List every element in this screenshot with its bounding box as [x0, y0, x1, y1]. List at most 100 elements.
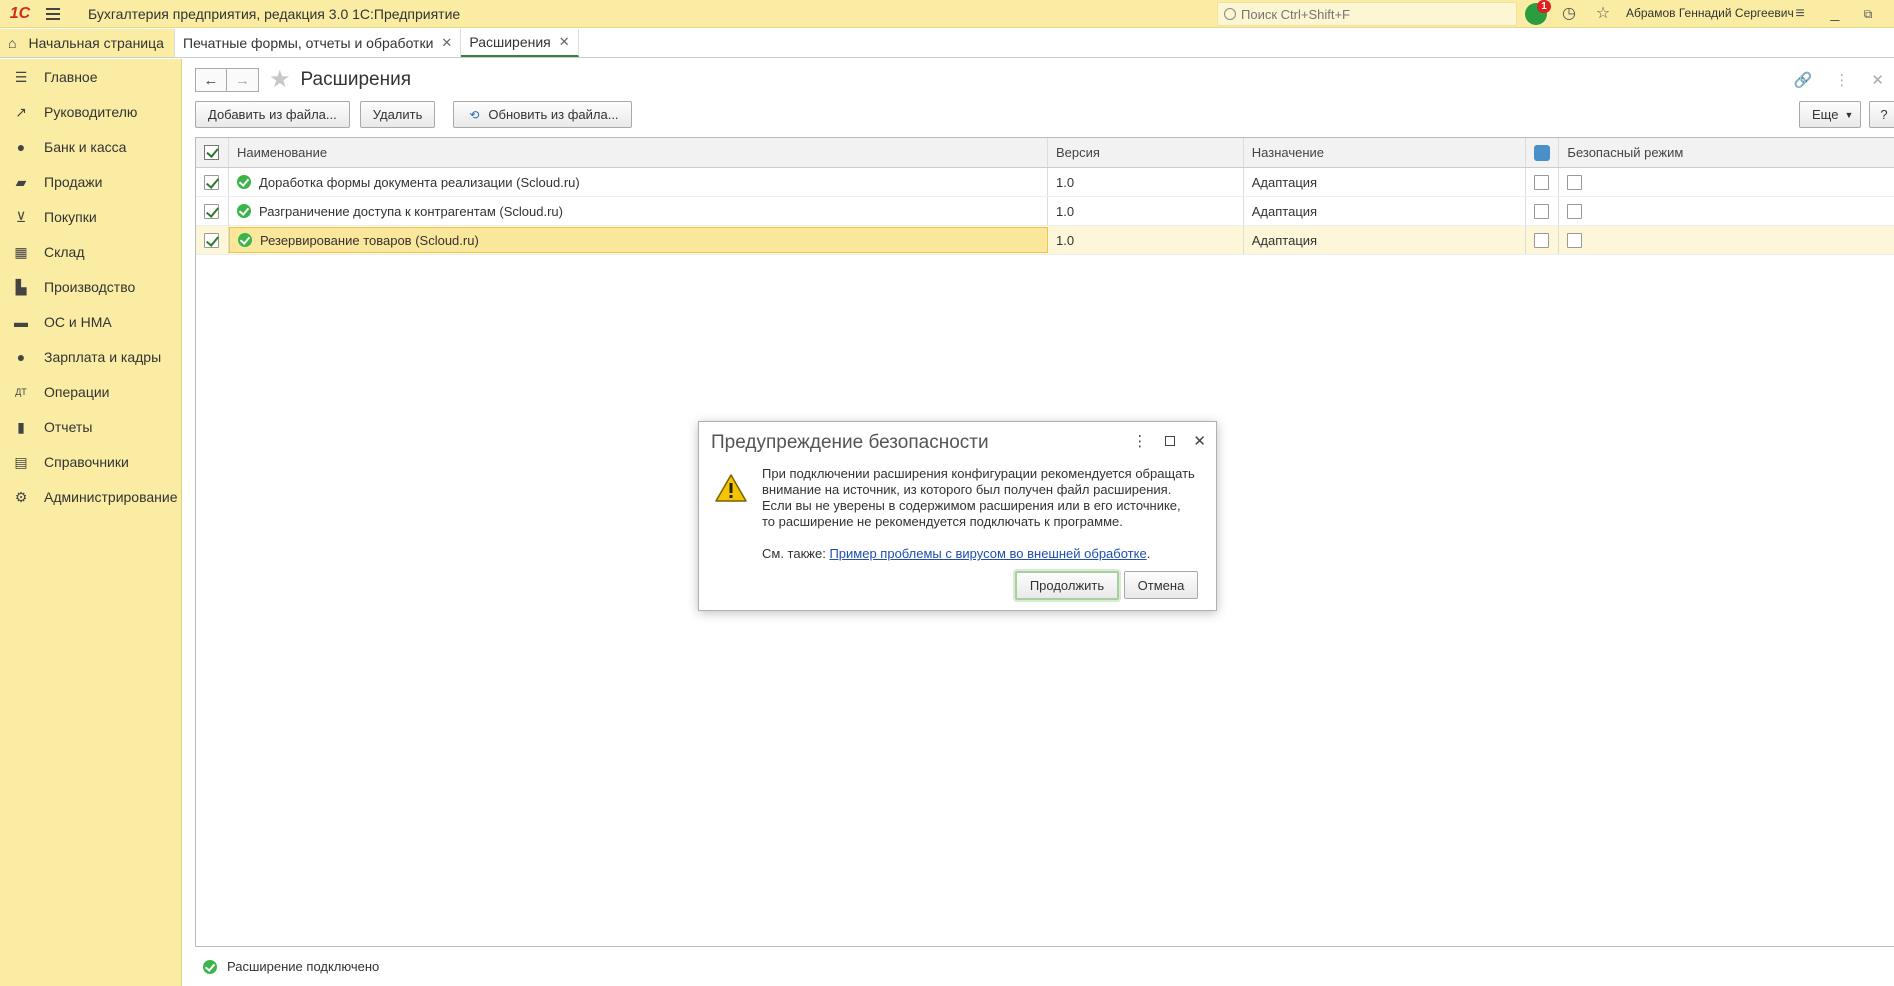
sidebar-item-label: Главное — [44, 68, 98, 85]
dialog-title: Предупреждение безопасности — [711, 432, 989, 453]
security-warning-dialog: Предупреждение безопасности ⋮ ✕ При подк… — [698, 421, 1217, 611]
sidebar: ☰ Главное ↗ Руководителю ● Банк и касса ▰ Пр… — [0, 59, 182, 986]
tab-print-forms[interactable]: Печатные формы, отчеты и обработки ✕ — [175, 29, 462, 57]
close-icon[interactable]: ✕ — [1193, 432, 1206, 450]
sync-checkbox[interactable] — [1534, 174, 1550, 190]
home-icon: ⌂ — [8, 35, 17, 51]
favorite-star-icon[interactable]: ★ — [269, 68, 291, 92]
book-icon: ▤ — [14, 453, 28, 470]
main-menu-icon[interactable] — [40, 0, 66, 28]
favorites-icon[interactable]: ☆ — [1593, 4, 1613, 24]
sidebar-item-label: Продажи — [44, 173, 103, 190]
gear-icon: ⚙ — [14, 488, 28, 505]
maximize-icon[interactable] — [1165, 436, 1176, 446]
link-icon[interactable]: 🔗 — [1794, 71, 1813, 89]
sync-icon — [1534, 144, 1551, 161]
more-vertical-icon[interactable]: ⋮ — [1132, 432, 1147, 450]
active-checkbox[interactable] — [204, 174, 219, 190]
more-button[interactable]: Еще ▼ — [1799, 101, 1861, 128]
app-logo: 1С — [9, 4, 31, 22]
arrow-left-icon: ← — [203, 71, 219, 89]
extension-name: Доработка формы документа реализации (Sc… — [258, 174, 580, 190]
sidebar-item-catalogs[interactable]: ▤ Справочники — [0, 444, 181, 479]
sync-checkbox[interactable] — [1534, 232, 1550, 248]
header-active-checkbox[interactable] — [196, 138, 229, 167]
more-vertical-icon[interactable]: ⋮ — [1834, 71, 1849, 89]
header-version[interactable]: Версия — [1048, 138, 1244, 167]
tab-label: Печатные формы, отчеты и обработки — [183, 35, 434, 51]
header-safe-mode[interactable]: Безопасный режим — [1559, 138, 1894, 167]
settings-menu-icon[interactable]: ≡ — [1790, 4, 1810, 24]
see-also: См. также: Пример проблемы с вирусом во … — [762, 546, 1151, 561]
tab-label: Расширения — [469, 34, 551, 50]
header-name[interactable]: Наименование — [229, 138, 1048, 167]
forward-button[interactable]: → — [227, 68, 259, 92]
close-icon[interactable]: ✕ — [441, 35, 452, 51]
update-from-file-button[interactable]: ⟲ Обновить из файла... — [453, 101, 632, 128]
table-row[interactable]: Разграничение доступа к контрагентам (Sc… — [196, 197, 1894, 226]
sidebar-item-reports[interactable]: ▮ Отчеты — [0, 409, 181, 444]
sidebar-item-assets[interactable]: ▬ ОС и НМА — [0, 304, 181, 339]
sidebar-item-warehouse[interactable]: ▦ Склад — [0, 234, 181, 269]
search-box[interactable] — [1217, 2, 1517, 26]
app-title: Бухгалтерия предприятия, редакция 3.0 1С… — [88, 5, 461, 22]
sidebar-item-label: Производство — [44, 278, 136, 295]
sidebar-item-label: Руководителю — [44, 103, 138, 120]
toolbar: Добавить из файла... Удалить ⟲ Обновить … — [195, 101, 632, 128]
see-also-link[interactable]: Пример проблемы с вирусом во внешней обр… — [829, 546, 1146, 561]
safe-mode-checkbox[interactable] — [1567, 232, 1583, 248]
sidebar-item-label: Зарплата и кадры — [44, 348, 162, 365]
table-row[interactable]: Доработка формы документа реализации (Sc… — [196, 168, 1894, 197]
see-also-label: См. также: — [762, 546, 826, 561]
cancel-button[interactable]: Отмена — [1124, 571, 1198, 599]
sidebar-item-salary[interactable]: ● Зарплата и кадры — [0, 339, 181, 374]
continue-button[interactable]: Продолжить — [1015, 571, 1119, 600]
close-icon[interactable]: ✕ — [559, 34, 570, 50]
sidebar-item-label: Справочники — [44, 453, 129, 470]
back-button[interactable]: ← — [195, 68, 227, 92]
header-sync-icon-col[interactable] — [1526, 138, 1560, 167]
search-icon — [1224, 8, 1236, 20]
tab-home[interactable]: ⌂ Начальная страница — [0, 29, 175, 57]
active-checkbox[interactable] — [204, 232, 219, 248]
dialog-message-line: внимание на источник, из которого был по… — [762, 482, 1172, 497]
update-label: Обновить из файла... — [488, 107, 619, 122]
sidebar-item-operations[interactable]: ДТ Операции — [0, 374, 181, 409]
sidebar-item-bank[interactable]: ● Банк и касса — [0, 129, 181, 164]
cart-icon: ⊻ — [15, 208, 27, 225]
minimize-icon[interactable]: _ — [1825, 4, 1845, 24]
warning-icon — [715, 474, 747, 502]
nav-row: ← → ★ Расширения — [195, 68, 411, 92]
sidebar-item-main[interactable]: ☰ Главное — [0, 59, 181, 94]
sidebar-item-sales[interactable]: ▰ Продажи — [0, 164, 181, 199]
bag-icon: ▰ — [15, 173, 27, 190]
table-row-selected[interactable]: Резервирование товаров (Scloud.ru) 1.0 А… — [196, 226, 1894, 255]
help-button[interactable]: ? — [1869, 101, 1894, 128]
ok-status-icon — [236, 175, 251, 189]
active-checkbox[interactable] — [204, 203, 219, 219]
restore-icon[interactable]: ⧉ — [1858, 4, 1878, 24]
sidebar-item-admin[interactable]: ⚙ Администрирование — [0, 479, 181, 514]
delete-button[interactable]: Удалить — [359, 101, 436, 128]
extension-name: Разграничение доступа к контрагентам (Sc… — [258, 203, 563, 219]
extension-version: 1.0 — [1048, 226, 1244, 254]
arrow-right-icon: → — [235, 71, 250, 89]
sidebar-item-label: ОС и НМА — [44, 313, 112, 330]
menu-icon: ☰ — [14, 68, 28, 85]
sidebar-item-production[interactable]: ▙ Производство — [0, 269, 181, 304]
sidebar-item-purchases[interactable]: ⊻ Покупки — [0, 199, 181, 234]
header-purpose[interactable]: Назначение — [1244, 138, 1527, 167]
tab-extensions[interactable]: Расширения ✕ — [461, 29, 579, 57]
sidebar-item-label: Операции — [44, 383, 110, 400]
add-from-file-button[interactable]: Добавить из файла... — [195, 101, 350, 128]
safe-mode-checkbox[interactable] — [1567, 174, 1583, 190]
sidebar-item-manager[interactable]: ↗ Руководителю — [0, 94, 181, 129]
trend-icon: ↗ — [15, 103, 27, 120]
search-input[interactable] — [1241, 6, 1501, 22]
close-icon[interactable]: ✕ — [1871, 71, 1884, 89]
safe-mode-checkbox[interactable] — [1567, 203, 1583, 219]
sync-checkbox[interactable] — [1534, 203, 1550, 219]
user-name[interactable]: Абрамов Геннадий Сергеевич — [1626, 6, 1794, 20]
sidebar-item-label: Покупки — [44, 208, 97, 225]
history-icon[interactable]: ◷ — [1559, 4, 1579, 24]
